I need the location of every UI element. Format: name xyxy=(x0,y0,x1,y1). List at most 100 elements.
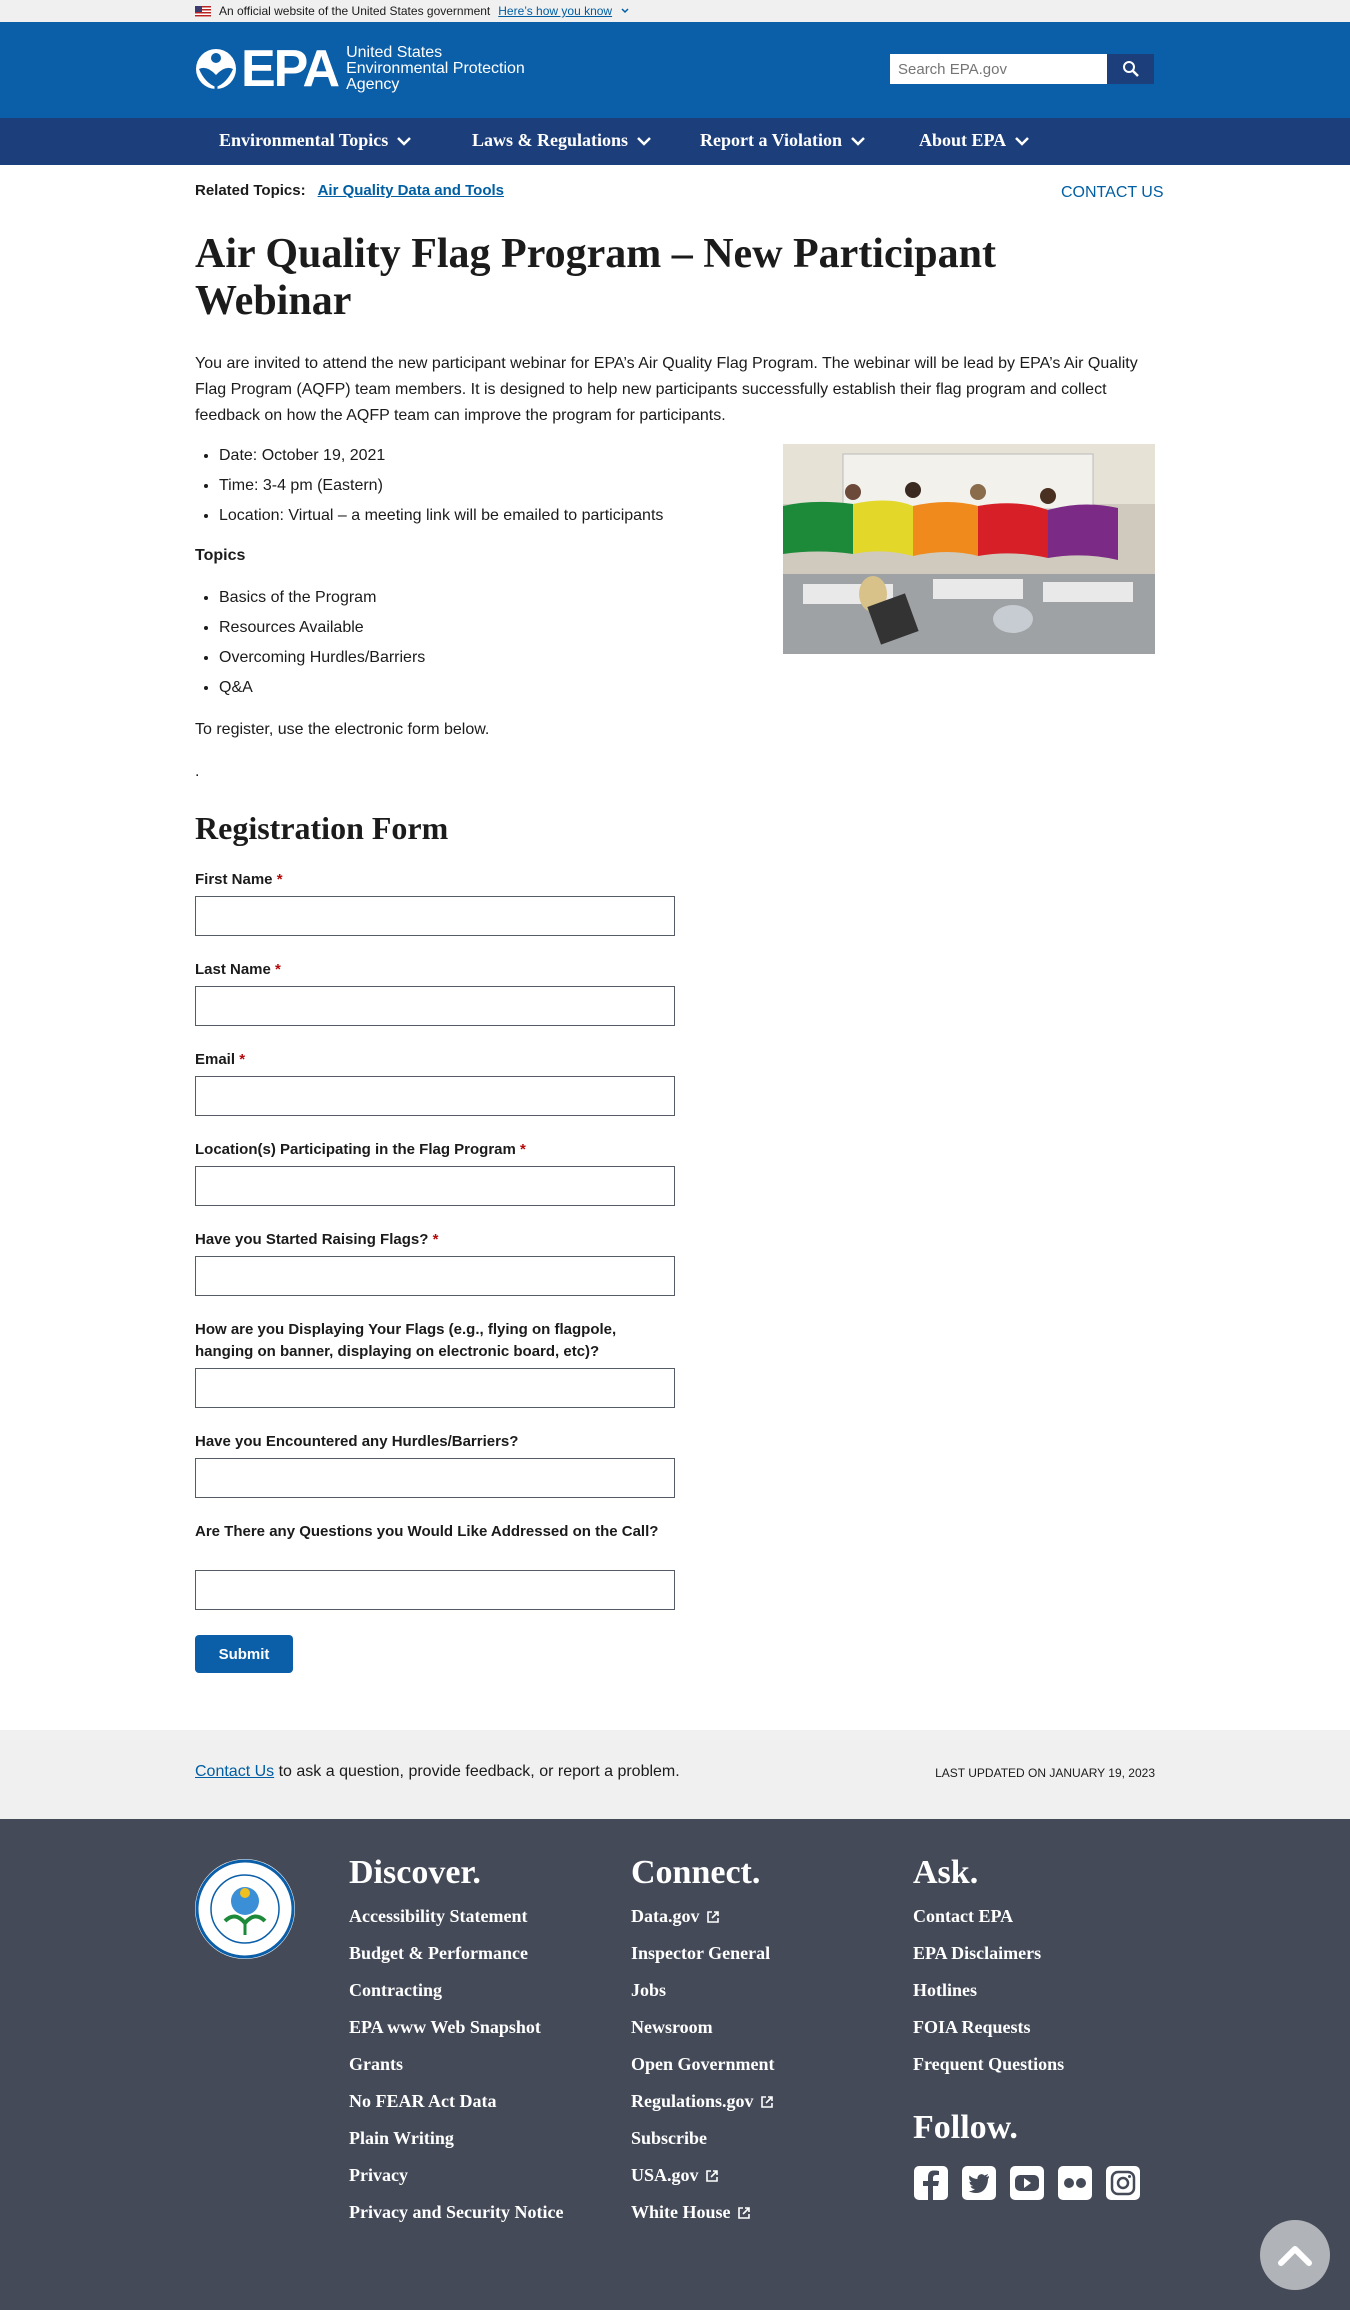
contact-band: Contact Us to ask a question, provide fe… xyxy=(0,1730,1350,1819)
youtube-icon[interactable] xyxy=(1009,2165,1045,2201)
locations-input[interactable] xyxy=(195,1166,675,1206)
chevron-down-icon[interactable] xyxy=(620,6,630,16)
footer-link-privacy-security[interactable]: Privacy and Security Notice xyxy=(349,2202,569,2222)
contact-text: Contact Us to ask a question, provide fe… xyxy=(195,1763,680,1781)
chevron-down-icon xyxy=(637,136,651,146)
logo-text: EPA xyxy=(241,40,340,98)
footer-link-usa-gov[interactable]: USA.gov xyxy=(631,2165,871,2185)
form-heading: Registration Form xyxy=(195,810,449,846)
footer-link-web-snapshot[interactable]: EPA www Web Snapshot xyxy=(349,2017,589,2037)
search-button[interactable] xyxy=(1107,54,1154,84)
footer-link-privacy[interactable]: Privacy xyxy=(349,2165,589,2185)
label-text: Are There any Questions you Would Like A… xyxy=(195,1523,659,1540)
event-details: Date: October 19, 2021 Time: 3-4 pm (Eas… xyxy=(195,441,663,531)
link-text: EPA Disclaimers xyxy=(913,1943,1042,1963)
questions-input[interactable] xyxy=(195,1570,675,1610)
raising-flags-input[interactable] xyxy=(195,1256,675,1296)
chevron-down-icon xyxy=(851,136,865,146)
footer-link-faq[interactable]: Frequent Questions xyxy=(913,2054,1153,2074)
displaying-flags-label: How are you Displaying Your Flags (e.g.,… xyxy=(195,1319,675,1363)
contact-us-link[interactable]: CONTACT US xyxy=(1061,184,1164,202)
required-marker: * xyxy=(239,1051,246,1068)
contact-rest-text: to ask a question, provide feedback, or … xyxy=(274,1763,680,1780)
page-title: Air Quality Flag Program – New Participa… xyxy=(195,231,996,324)
link-text: Plain Writing xyxy=(349,2128,454,2148)
hurdles-input[interactable] xyxy=(195,1458,675,1498)
last-name-input[interactable] xyxy=(195,986,675,1026)
link-text: Frequent Questions xyxy=(913,2054,1065,2074)
chevron-up-icon xyxy=(1278,2246,1312,2266)
required-marker: * xyxy=(275,961,281,978)
related-link[interactable]: Air Quality Data and Tools xyxy=(318,182,504,199)
label-text: Last Name xyxy=(195,961,271,978)
required-marker: * xyxy=(276,871,283,888)
nav-laws-regulations[interactable]: Laws & Regulations xyxy=(472,130,652,151)
instagram-icon[interactable] xyxy=(1105,2165,1141,2201)
first-name-input[interactable] xyxy=(195,896,675,936)
footer-link-contracting[interactable]: Contracting xyxy=(349,1980,589,2000)
email-label: Email * xyxy=(195,1049,675,1071)
chevron-down-icon xyxy=(1015,136,1030,146)
displaying-flags-input[interactable] xyxy=(195,1368,675,1408)
email-input[interactable] xyxy=(195,1076,675,1116)
agency-line-1: United States xyxy=(346,44,443,61)
list-item: Q&A xyxy=(219,673,425,703)
footer-link-newsroom[interactable]: Newsroom xyxy=(631,2017,871,2037)
period-text: . xyxy=(195,763,200,780)
external-link-icon xyxy=(705,2170,718,2182)
facebook-icon[interactable] xyxy=(913,2165,949,2201)
last-name-label: Last Name * xyxy=(195,959,675,981)
footer-link-open-government[interactable]: Open Government xyxy=(631,2054,871,2074)
related-topics: Related Topics: Air Quality Data and Tool… xyxy=(195,182,504,199)
link-text: Data.gov xyxy=(631,1906,700,1926)
label-text: Have you Encountered any Hurdles/Barrier… xyxy=(195,1433,519,1450)
discover-column: Discover. Accessibility Statement Budget… xyxy=(349,1854,589,2239)
topics-list: Basics of the Program Resources Availabl… xyxy=(195,583,425,703)
nav-about-epa[interactable]: About EPA xyxy=(919,130,1030,151)
back-to-top-button[interactable] xyxy=(1260,2220,1330,2290)
footer-link-white-house[interactable]: White House xyxy=(631,2202,871,2222)
footer-link-grants[interactable]: Grants xyxy=(349,2054,589,2074)
epa-logo[interactable]: EPA United States Environmental Protecti… xyxy=(195,40,525,98)
footer-link-hotlines[interactable]: Hotlines xyxy=(913,1980,1153,2000)
submit-button[interactable]: Submit xyxy=(195,1635,293,1673)
gov-banner: An official website of the United States… xyxy=(0,0,1350,22)
footer-link-no-fear[interactable]: No FEAR Act Data xyxy=(349,2091,589,2111)
link-text: Privacy and Security Notice xyxy=(349,2202,564,2222)
footer-link-jobs[interactable]: Jobs xyxy=(631,1980,871,2000)
footer-link-data-gov[interactable]: Data.gov xyxy=(631,1906,871,1926)
footer-link-subscribe[interactable]: Subscribe xyxy=(631,2128,871,2148)
nav-report-violation[interactable]: Report a Violation xyxy=(700,130,866,151)
nav-label: Environmental Topics xyxy=(219,130,389,150)
nav-environmental-topics[interactable]: Environmental Topics xyxy=(219,130,412,151)
intro-paragraph: You are invited to attend the new partic… xyxy=(195,355,1138,424)
flickr-icon[interactable] xyxy=(1057,2165,1093,2201)
label-text: Location(s) Participating in the Flag Pr… xyxy=(195,1141,516,1158)
link-text: Subscribe xyxy=(631,2128,708,2148)
link-text: USA.gov xyxy=(631,2165,699,2185)
link-text: Accessibility Statement xyxy=(349,1906,528,1926)
connect-column: Connect. Data.gov Inspector General Jobs… xyxy=(631,1854,871,2239)
contact-us-footer-link[interactable]: Contact Us xyxy=(195,1763,274,1780)
agency-name: United States Environmental Protection A… xyxy=(346,45,525,93)
how-you-know-link[interactable]: Here’s how you know xyxy=(498,4,612,18)
twitter-icon[interactable] xyxy=(961,2165,997,2201)
hurdles-label: Have you Encountered any Hurdles/Barrier… xyxy=(195,1431,675,1453)
site-footer: Discover. Accessibility Statement Budget… xyxy=(0,1819,1350,2310)
raising-flags-label: Have you Started Raising Flags? * xyxy=(195,1229,675,1251)
gov-banner-text: An official website of the United States… xyxy=(219,4,491,18)
topics-heading: Topics xyxy=(195,547,246,564)
footer-link-disclaimers[interactable]: EPA Disclaimers xyxy=(913,1943,1153,1963)
link-text: Open Government xyxy=(631,2054,775,2074)
required-marker: * xyxy=(520,1141,526,1158)
footer-link-inspector-general[interactable]: Inspector General xyxy=(631,1943,871,1963)
footer-link-budget[interactable]: Budget & Performance xyxy=(349,1943,589,1963)
footer-link-foia[interactable]: FOIA Requests xyxy=(913,2017,1153,2037)
footer-link-contact-epa[interactable]: Contact EPA xyxy=(913,1906,1153,1926)
footer-link-regulations-gov[interactable]: Regulations.gov xyxy=(631,2091,871,2111)
footer-link-accessibility[interactable]: Accessibility Statement xyxy=(349,1906,589,1926)
footer-link-plain-writing[interactable]: Plain Writing xyxy=(349,2128,589,2148)
required-marker: * xyxy=(432,1231,439,1248)
label-text: Email xyxy=(195,1051,236,1068)
search-input[interactable] xyxy=(890,54,1107,84)
